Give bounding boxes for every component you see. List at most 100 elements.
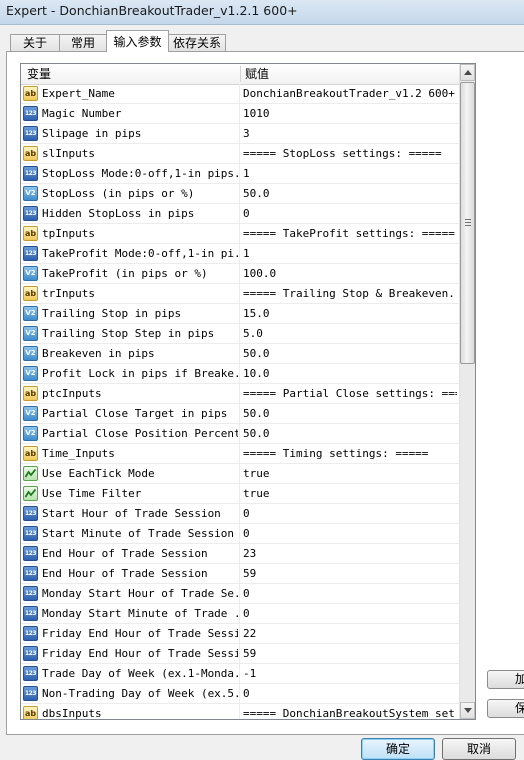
- tab-dependencies[interactable]: 依存关系: [168, 34, 226, 51]
- parameter-value[interactable]: true: [243, 484, 457, 504]
- value-cell[interactable]: 1: [241, 244, 459, 264]
- parameter-value[interactable]: ===== StopLoss settings: =====: [243, 144, 457, 164]
- value-cell[interactable]: 0: [241, 504, 459, 524]
- parameter-row[interactable]: 123 Slipage in pips 3: [21, 124, 459, 144]
- parameter-row[interactable]: 123 End Hour of Trade Session 59: [21, 564, 459, 584]
- parameter-row[interactable]: 123 Magic Number 1010: [21, 104, 459, 124]
- ok-button[interactable]: 确定: [361, 738, 435, 760]
- parameter-value[interactable]: 0: [243, 684, 457, 704]
- parameter-value[interactable]: ===== DonchianBreakoutSystem set...: [243, 704, 457, 719]
- scroll-down-button[interactable]: [460, 702, 475, 719]
- parameter-value[interactable]: 0: [243, 204, 457, 224]
- scroll-thumb[interactable]: [460, 82, 475, 364]
- parameter-value[interactable]: true: [243, 464, 457, 484]
- parameter-value[interactable]: ===== Trailing Stop & Breakeven...: [243, 284, 457, 304]
- value-cell[interactable]: 59: [241, 644, 459, 664]
- parameter-row[interactable]: ab trInputs ===== Trailing Stop & Breakeve…: [21, 284, 459, 304]
- value-cell[interactable]: 10.0: [241, 364, 459, 384]
- tab-common[interactable]: 常用: [59, 34, 107, 51]
- parameter-row[interactable]: V2 Profit Lock in pips if Breake... 10.0: [21, 364, 459, 384]
- parameter-value[interactable]: DonchianBreakoutTrader_v1.2 600+: [243, 84, 457, 104]
- parameter-row[interactable]: V2 TakeProfit (in pips or %) 100.0: [21, 264, 459, 284]
- parameter-value[interactable]: 23: [243, 544, 457, 564]
- parameter-row[interactable]: ab ptcInputs ===== Partial Close settings:…: [21, 384, 459, 404]
- value-cell[interactable]: 59: [241, 564, 459, 584]
- parameter-value[interactable]: 22: [243, 624, 457, 644]
- parameter-value[interactable]: 0: [243, 504, 457, 524]
- value-cell[interactable]: 50.0: [241, 404, 459, 424]
- parameter-value[interactable]: ===== Partial Close settings: =====: [243, 384, 457, 404]
- parameter-row[interactable]: V2 Trailing Stop Step in pips 5.0: [21, 324, 459, 344]
- parameter-value[interactable]: 59: [243, 644, 457, 664]
- parameter-row[interactable]: 123 End Hour of Trade Session 23: [21, 544, 459, 564]
- parameter-value[interactable]: 50.0: [243, 184, 457, 204]
- vertical-scrollbar[interactable]: [459, 64, 475, 719]
- value-cell[interactable]: 22: [241, 624, 459, 644]
- tab-inputs[interactable]: 输入参数: [106, 30, 169, 52]
- value-cell[interactable]: ===== TakeProfit settings: =====: [241, 224, 459, 244]
- parameter-value[interactable]: 3: [243, 124, 457, 144]
- parameter-row[interactable]: 123 StopLoss Mode:0-off,1-in pips... 1: [21, 164, 459, 184]
- tab-about[interactable]: 关于: [10, 34, 60, 51]
- parameter-value[interactable]: 0: [243, 524, 457, 544]
- parameter-row[interactable]: V2 Trailing Stop in pips 15.0: [21, 304, 459, 324]
- parameter-row[interactable]: Use EachTick Mode true: [21, 464, 459, 484]
- parameter-row[interactable]: 123 Start Minute of Trade Session 0: [21, 524, 459, 544]
- scroll-up-button[interactable]: [460, 64, 475, 81]
- value-cell[interactable]: true: [241, 464, 459, 484]
- value-cell[interactable]: 3: [241, 124, 459, 144]
- parameter-value[interactable]: 50.0: [243, 344, 457, 364]
- value-cell[interactable]: 0: [241, 524, 459, 544]
- parameter-row[interactable]: 123 Hidden StopLoss in pips 0: [21, 204, 459, 224]
- parameter-value[interactable]: ===== TakeProfit settings: =====: [243, 224, 457, 244]
- parameter-value[interactable]: -1: [243, 664, 457, 684]
- parameter-value[interactable]: 1: [243, 164, 457, 184]
- parameter-row[interactable]: 123 Trade Day of Week (ex.1-Monda... -1: [21, 664, 459, 684]
- value-cell[interactable]: 0: [241, 204, 459, 224]
- value-cell[interactable]: DonchianBreakoutTrader_v1.2 600+: [241, 84, 459, 104]
- value-cell[interactable]: 0: [241, 584, 459, 604]
- parameter-row[interactable]: V2 Partial Close Position Percent 50.0: [21, 424, 459, 444]
- parameter-row[interactable]: 123 Friday End Hour of Trade Session 22: [21, 624, 459, 644]
- value-cell[interactable]: 5.0: [241, 324, 459, 344]
- value-cell[interactable]: 50.0: [241, 344, 459, 364]
- parameter-row[interactable]: 123 Start Hour of Trade Session 0: [21, 504, 459, 524]
- parameter-row[interactable]: ab Time_Inputs ===== Timing settings: ====…: [21, 444, 459, 464]
- parameter-value[interactable]: 50.0: [243, 424, 457, 444]
- parameter-row[interactable]: 123 Non-Trading Day of Week (ex.5... 0: [21, 684, 459, 704]
- parameter-value[interactable]: 15.0: [243, 304, 457, 324]
- value-cell[interactable]: 100.0: [241, 264, 459, 284]
- value-cell[interactable]: ===== DonchianBreakoutSystem set...: [241, 704, 459, 719]
- value-cell[interactable]: -1: [241, 664, 459, 684]
- value-cell[interactable]: 0: [241, 604, 459, 624]
- parameter-value[interactable]: 100.0: [243, 264, 457, 284]
- value-cell[interactable]: ===== Timing settings: =====: [241, 444, 459, 464]
- parameter-value[interactable]: ===== Timing settings: =====: [243, 444, 457, 464]
- parameter-row[interactable]: ab slInputs ===== StopLoss settings: =====: [21, 144, 459, 164]
- value-cell[interactable]: 23: [241, 544, 459, 564]
- parameter-value[interactable]: 1: [243, 244, 457, 264]
- value-cell[interactable]: 15.0: [241, 304, 459, 324]
- parameter-row[interactable]: ab tpInputs ===== TakeProfit settings: ===…: [21, 224, 459, 244]
- value-cell[interactable]: 1010: [241, 104, 459, 124]
- value-cell[interactable]: true: [241, 484, 459, 504]
- parameter-value[interactable]: 50.0: [243, 404, 457, 424]
- value-cell[interactable]: ===== StopLoss settings: =====: [241, 144, 459, 164]
- parameter-value[interactable]: 5.0: [243, 324, 457, 344]
- value-cell[interactable]: 1: [241, 164, 459, 184]
- parameter-row[interactable]: V2 Breakeven in pips 50.0: [21, 344, 459, 364]
- parameter-value[interactable]: 1010: [243, 104, 457, 124]
- header-separator[interactable]: [240, 66, 241, 82]
- value-cell[interactable]: 50.0: [241, 424, 459, 444]
- parameter-row[interactable]: 123 Monday Start Minute of Trade ... 0: [21, 604, 459, 624]
- header-value[interactable]: 赋值: [245, 64, 269, 84]
- parameter-row[interactable]: ab Expert_Name DonchianBreakoutTrader_v1.2…: [21, 84, 459, 104]
- parameter-value[interactable]: 0: [243, 584, 457, 604]
- parameter-row[interactable]: 123 Monday Start Hour of Trade Se... 0: [21, 584, 459, 604]
- value-cell[interactable]: ===== Trailing Stop & Breakeven...: [241, 284, 459, 304]
- value-cell[interactable]: 50.0: [241, 184, 459, 204]
- parameter-row[interactable]: 123 Friday End Hour of Trade Session 59: [21, 644, 459, 664]
- value-cell[interactable]: ===== Partial Close settings: =====: [241, 384, 459, 404]
- parameter-row[interactable]: V2 Partial Close Target in pips 50.0: [21, 404, 459, 424]
- parameter-value[interactable]: 0: [243, 604, 457, 624]
